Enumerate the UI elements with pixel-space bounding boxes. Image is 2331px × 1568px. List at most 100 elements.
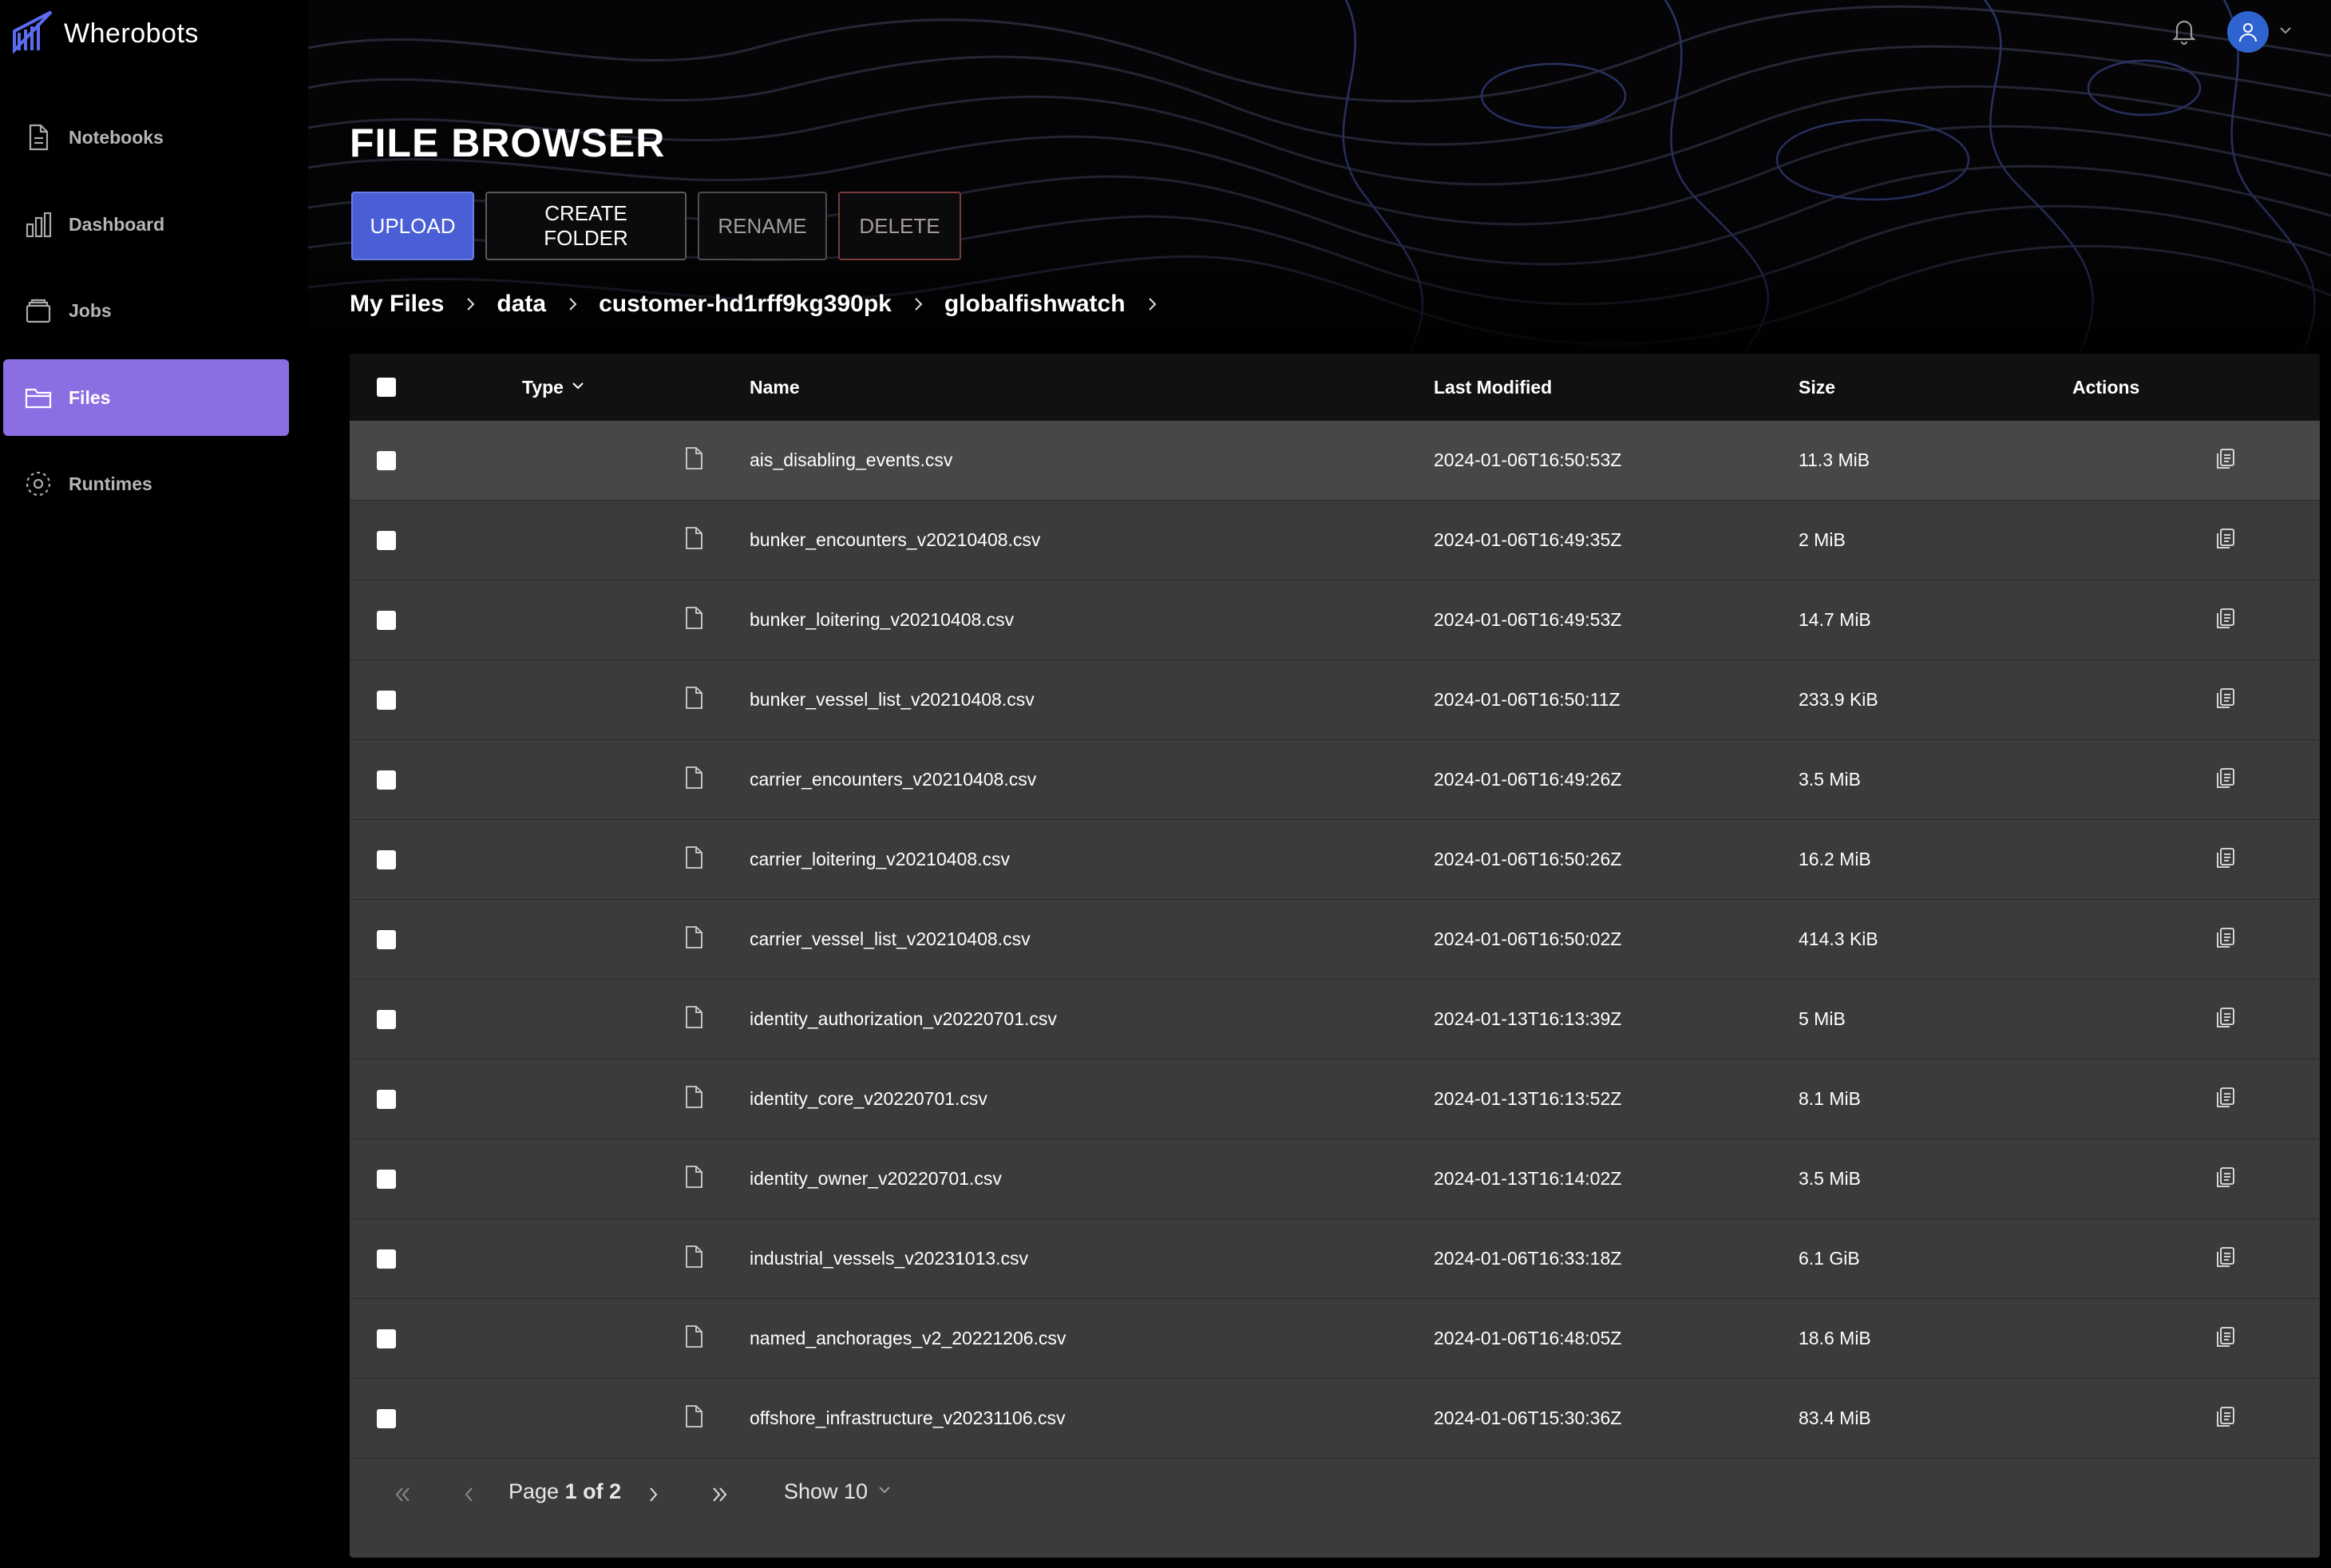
- last-modified-column-header[interactable]: Last Modified: [1434, 354, 1552, 421]
- first-page-icon[interactable]: [388, 1480, 417, 1509]
- copy-path-icon[interactable]: [2214, 1085, 2238, 1114]
- table-row[interactable]: industrial_vessels_v20231013.csv 2024-01-…: [350, 1219, 2320, 1299]
- file-name[interactable]: ais_disabling_events.csv: [750, 421, 952, 500]
- delete-button[interactable]: DELETE: [838, 192, 961, 260]
- sidebar-item-files[interactable]: Files: [3, 359, 289, 436]
- file-size: 11.3 MiB: [1799, 449, 1870, 470]
- table-row[interactable]: named_anchorages_v2_20221206.csv 2024-01-…: [350, 1299, 2320, 1379]
- row-type-cell: [683, 740, 704, 819]
- sidebar-item-label: Notebooks: [69, 126, 164, 148]
- copy-path-icon[interactable]: [2214, 446, 2238, 475]
- row-checkbox[interactable]: [377, 1169, 396, 1189]
- row-actions-cell: [2214, 1219, 2238, 1298]
- table-row[interactable]: carrier_vessel_list_v20210408.csv 2024-01…: [350, 900, 2320, 980]
- sidebar-item-jobs[interactable]: Jobs: [3, 272, 289, 349]
- copy-path-icon[interactable]: [2214, 526, 2238, 555]
- row-checkbox[interactable]: [377, 690, 396, 710]
- table-row[interactable]: identity_owner_v20220701.csv 2024-01-13T1…: [350, 1139, 2320, 1219]
- last-modified: 2024-01-13T16:13:39Z: [1434, 1008, 1622, 1029]
- sidebar: Wherobots Notebooks Dashboard Jobs Files…: [0, 0, 308, 1568]
- file-name[interactable]: identity_authorization_v20220701.csv: [750, 980, 1057, 1059]
- copy-path-icon[interactable]: [2214, 1005, 2238, 1034]
- copy-path-icon[interactable]: [2214, 1404, 2238, 1433]
- last-modified: 2024-01-06T16:49:35Z: [1434, 529, 1622, 550]
- copy-path-icon[interactable]: [2214, 1165, 2238, 1194]
- last-modified: 2024-01-06T16:50:11Z: [1434, 689, 1621, 710]
- row-type-cell: [683, 1219, 704, 1298]
- row-select-cell: [377, 1139, 396, 1218]
- table-row[interactable]: carrier_loitering_v20210408.csv 2024-01-0…: [350, 820, 2320, 900]
- row-checkbox[interactable]: [377, 1089, 396, 1109]
- table-row[interactable]: bunker_encounters_v20210408.csv 2024-01-0…: [350, 501, 2320, 580]
- chevron-down-icon: [876, 1479, 893, 1504]
- row-actions-cell: [2214, 1139, 2238, 1218]
- row-checkbox[interactable]: [377, 530, 396, 550]
- row-checkbox[interactable]: [377, 1249, 396, 1269]
- row-checkbox[interactable]: [377, 770, 396, 790]
- row-type-cell: [683, 1139, 704, 1218]
- file-name[interactable]: identity_owner_v20220701.csv: [750, 1139, 1002, 1218]
- file-name[interactable]: carrier_encounters_v20210408.csv: [750, 740, 1036, 819]
- copy-path-icon[interactable]: [2214, 925, 2238, 954]
- file-name[interactable]: named_anchorages_v2_20221206.csv: [750, 1299, 1066, 1378]
- breadcrumb-item-globalfishwatch[interactable]: globalfishwatch: [944, 291, 1126, 318]
- file-name[interactable]: carrier_loitering_v20210408.csv: [750, 820, 1010, 899]
- sidebar-item-runtimes[interactable]: Runtimes: [3, 445, 289, 522]
- brand[interactable]: Wherobots: [11, 10, 199, 56]
- table-row[interactable]: identity_core_v20220701.csv 2024-01-13T16…: [350, 1059, 2320, 1139]
- row-actions-cell: [2214, 1059, 2238, 1138]
- copy-path-icon[interactable]: [2214, 606, 2238, 635]
- copy-path-icon[interactable]: [2214, 766, 2238, 794]
- last-modified: 2024-01-06T16:48:05Z: [1434, 1328, 1622, 1348]
- row-checkbox[interactable]: [377, 450, 396, 470]
- row-select-cell: [377, 501, 396, 580]
- page-size-select[interactable]: Show 10: [784, 1479, 893, 1504]
- next-page-icon[interactable]: [639, 1480, 667, 1509]
- table-row[interactable]: bunker_loitering_v20210408.csv 2024-01-06…: [350, 580, 2320, 660]
- table-row[interactable]: carrier_encounters_v20210408.csv 2024-01-…: [350, 740, 2320, 820]
- file-name[interactable]: industrial_vessels_v20231013.csv: [750, 1219, 1028, 1298]
- create-folder-button[interactable]: CREATE FOLDER: [485, 192, 687, 260]
- copy-path-icon[interactable]: [2214, 1324, 2238, 1353]
- breadcrumb-item-my-files[interactable]: My Files: [350, 291, 444, 318]
- sidebar-item-notebooks[interactable]: Notebooks: [3, 99, 289, 176]
- copy-path-icon[interactable]: [2214, 686, 2238, 715]
- file-name[interactable]: bunker_encounters_v20210408.csv: [750, 501, 1040, 580]
- size-column-header[interactable]: Size: [1799, 354, 1835, 421]
- file-name[interactable]: bunker_loitering_v20210408.csv: [750, 580, 1014, 659]
- row-checkbox[interactable]: [377, 1328, 396, 1348]
- row-select-cell: [377, 660, 396, 739]
- last-page-icon[interactable]: [706, 1480, 734, 1509]
- table-row[interactable]: identity_authorization_v20220701.csv 2024…: [350, 980, 2320, 1059]
- topbar-controls: [2170, 11, 2294, 53]
- file-name[interactable]: bunker_vessel_list_v20210408.csv: [750, 660, 1035, 739]
- previous-page-icon[interactable]: [455, 1480, 484, 1509]
- copy-path-icon[interactable]: [2214, 845, 2238, 874]
- chevron-down-icon[interactable]: [2277, 22, 2294, 43]
- row-type-cell: [683, 421, 704, 500]
- copy-path-icon[interactable]: [2214, 1245, 2238, 1273]
- breadcrumb-item-customer[interactable]: customer-hd1rff9kg390pk: [599, 291, 892, 318]
- chevron-right-icon: [564, 295, 581, 313]
- avatar[interactable]: [2227, 11, 2269, 53]
- file-icon: [683, 1005, 704, 1034]
- row-checkbox[interactable]: [377, 610, 396, 630]
- rename-button[interactable]: RENAME: [698, 192, 827, 260]
- type-column-header[interactable]: Type: [522, 354, 586, 421]
- select-all-checkbox[interactable]: [377, 378, 396, 397]
- table-row[interactable]: bunker_vessel_list_v20210408.csv 2024-01-…: [350, 660, 2320, 740]
- bell-icon[interactable]: [2170, 16, 2198, 49]
- row-checkbox[interactable]: [377, 1408, 396, 1428]
- row-checkbox[interactable]: [377, 849, 396, 869]
- row-checkbox[interactable]: [377, 1009, 396, 1029]
- sidebar-item-label: Files: [69, 386, 111, 408]
- table-row[interactable]: ais_disabling_events.csv 2024-01-06T16:50…: [350, 421, 2320, 501]
- sidebar-item-dashboard[interactable]: Dashboard: [3, 186, 289, 263]
- user-menu[interactable]: [2227, 11, 2294, 53]
- upload-button[interactable]: UPLOAD: [351, 192, 474, 260]
- name-column-header[interactable]: Name: [750, 354, 800, 421]
- file-name[interactable]: identity_core_v20220701.csv: [750, 1059, 987, 1138]
- breadcrumb-item-data[interactable]: data: [497, 291, 546, 318]
- file-name[interactable]: carrier_vessel_list_v20210408.csv: [750, 900, 1031, 979]
- row-checkbox[interactable]: [377, 929, 396, 949]
